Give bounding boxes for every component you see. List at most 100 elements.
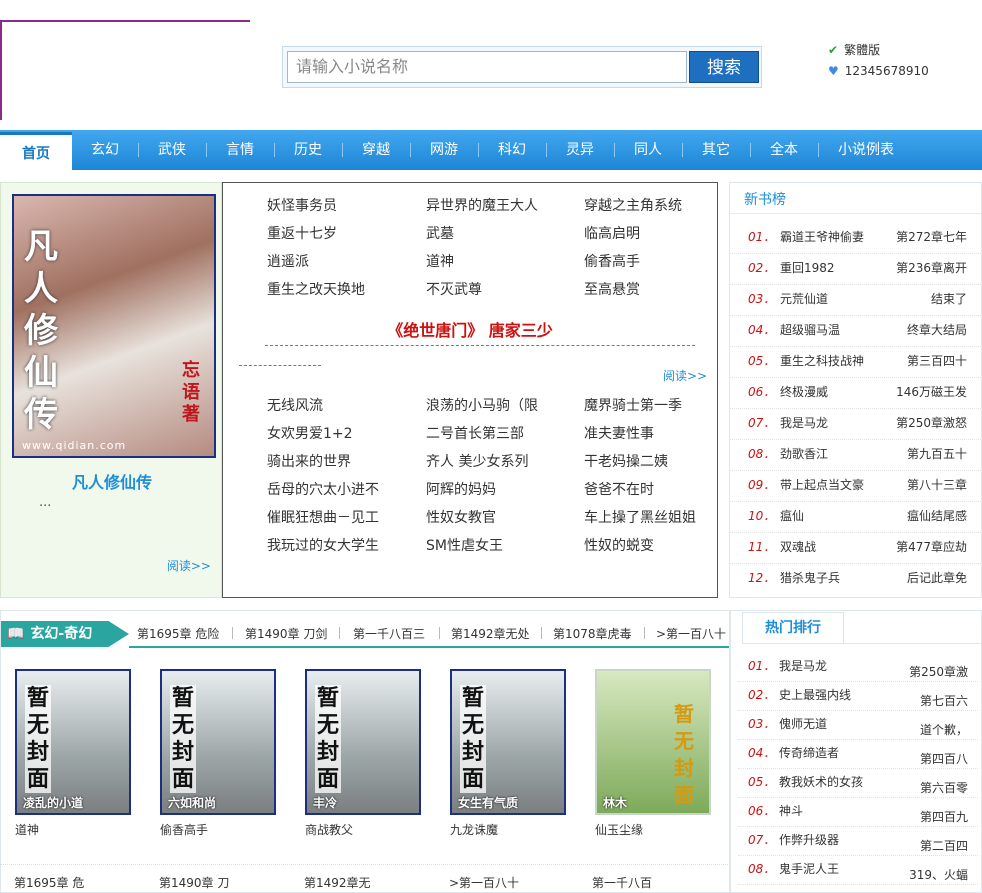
rank-chapter[interactable]: 第九百五十 bbox=[887, 439, 967, 470]
book-cover[interactable]: 暂无封面 丰冷 bbox=[305, 669, 421, 815]
list-item[interactable]: 不灭武尊 bbox=[426, 279, 576, 299]
list-item[interactable]: 至高悬赏 bbox=[584, 279, 734, 299]
rank-book-name[interactable]: 劲歌香江 bbox=[780, 439, 880, 470]
book-cover[interactable]: 暂无封面 林木 bbox=[595, 669, 711, 815]
rank-chapter[interactable]: 瘟仙结尾感 bbox=[887, 501, 967, 532]
search-input[interactable]: 请输入小说名称 bbox=[287, 51, 687, 83]
list-item[interactable]: 无线风流 bbox=[267, 395, 417, 415]
read-more-link[interactable]: 阅读>> bbox=[167, 557, 211, 574]
book-title[interactable]: 仙玉尘缘 bbox=[595, 821, 643, 838]
search-button[interactable]: 搜索 bbox=[689, 51, 759, 83]
rank-row[interactable]: 02． 史上最强内线 第七百六 bbox=[738, 681, 978, 711]
rank-book-name[interactable]: 鬼手泥人王 bbox=[779, 861, 879, 877]
rank-chapter[interactable]: 第四百九 bbox=[898, 809, 968, 825]
rank-row[interactable]: 05． 教我妖术的女孩 第六百零 bbox=[738, 768, 978, 798]
book-cover[interactable]: 暂无封面 六如和尚 bbox=[160, 669, 276, 815]
chapter-link[interactable]: >第一百八十 bbox=[656, 625, 726, 642]
chapter-link[interactable]: 第1695章 危险 bbox=[137, 625, 219, 642]
list-item[interactable]: 偷香高手 bbox=[584, 251, 734, 271]
book-cover[interactable]: 凡人修仙传 忘语著 www.qidian.com bbox=[12, 194, 216, 458]
list-item[interactable]: 骑出来的世界 bbox=[267, 451, 417, 471]
rank-chapter[interactable]: 结束了 bbox=[887, 284, 967, 315]
rank-book-name[interactable]: 传奇缔造者 bbox=[779, 745, 879, 761]
nav-wangyou[interactable]: 网游 bbox=[411, 130, 477, 170]
book-card[interactable]: 暂无封面 丰冷 商战教父 bbox=[305, 669, 423, 837]
nav-tongren[interactable]: 同人 bbox=[615, 130, 681, 170]
headline-book[interactable]: 《绝世唐门》 唐家三少 bbox=[223, 317, 717, 341]
nav-yanqing[interactable]: 言情 bbox=[207, 130, 273, 170]
rank-row[interactable]: 04． 超级骝马温 终章大结局 bbox=[730, 315, 981, 347]
list-item[interactable]: 我玩过的女大学生 bbox=[267, 535, 417, 555]
rank-book-name[interactable]: 史上最强内线 bbox=[779, 687, 879, 703]
rank-row[interactable]: 10． 瘟仙 瘟仙结尾感 bbox=[730, 501, 981, 533]
list-item[interactable]: 准夫妻性事 bbox=[584, 423, 734, 443]
list-item[interactable]: 穿越之主角系统 bbox=[584, 195, 734, 215]
nav-wuxia[interactable]: 武侠 bbox=[139, 130, 205, 170]
list-item[interactable]: 性奴的蜕变 bbox=[584, 535, 734, 555]
nav-qita[interactable]: 其它 bbox=[683, 130, 749, 170]
read-more-link[interactable]: 阅读>> bbox=[663, 367, 707, 384]
chapter-link[interactable]: 第1695章 危 bbox=[14, 874, 84, 891]
nav-lishi[interactable]: 历史 bbox=[275, 130, 341, 170]
list-item[interactable]: 女欢男爱1+2 bbox=[267, 423, 417, 443]
chapter-link[interactable]: >第一百八十 bbox=[449, 874, 519, 891]
category-tag[interactable]: 📖 玄幻-奇幻 bbox=[1, 621, 129, 647]
nav-quanben[interactable]: 全本 bbox=[751, 130, 817, 170]
rank-row[interactable]: 03． 傀师无道 道个歉， bbox=[738, 710, 978, 740]
book-card[interactable]: 暂无封面 林木 仙玉尘缘 bbox=[595, 669, 713, 837]
book-card[interactable]: 暂无封面 女生有气质 九龙诛魔 bbox=[450, 669, 568, 837]
rank-book-name[interactable]: 我是马龙 bbox=[779, 658, 879, 674]
rank-row[interactable]: 09． 带上起点当文豪 第八十三章 bbox=[730, 470, 981, 502]
book-title[interactable]: 商战教父 bbox=[305, 821, 353, 838]
rank-row[interactable]: 01． 我是马龙 第250章激 bbox=[738, 652, 978, 682]
rank-book-name[interactable]: 猎杀鬼子兵 bbox=[780, 563, 880, 594]
rank-book-name[interactable]: 我是马龙 bbox=[780, 408, 880, 439]
rank-row[interactable]: 04． 传奇缔造者 第四百八 bbox=[738, 739, 978, 769]
rank-chapter[interactable]: 第三百四十 bbox=[887, 346, 967, 377]
list-item[interactable]: 二号首长第三部 bbox=[426, 423, 576, 443]
book-cover[interactable]: 暂无封面 凌乱的小道 bbox=[15, 669, 131, 815]
rank-chapter[interactable]: 第七百六 bbox=[898, 693, 968, 709]
list-item[interactable]: SM性虐女王 bbox=[426, 535, 576, 555]
list-item[interactable]: 阿辉的妈妈 bbox=[426, 479, 576, 499]
traditional-link[interactable]: ✔ 繁體版 bbox=[828, 40, 929, 61]
nav-chuanyue[interactable]: 穿越 bbox=[343, 130, 409, 170]
rank-chapter[interactable]: 第250章激怒 bbox=[887, 408, 967, 439]
chapter-link[interactable]: 第1492章无处 bbox=[451, 625, 530, 642]
chapter-link[interactable]: 第一千八百 bbox=[592, 874, 652, 891]
list-item[interactable]: 道神 bbox=[426, 251, 576, 271]
rank-row[interactable]: 01． 霸道王爷神偷妻 第272章七年 bbox=[730, 222, 981, 254]
rank-book-name[interactable]: 霸道王爷神偷妻 bbox=[780, 222, 880, 253]
rank-row[interactable]: 06． 神斗 第四百九 bbox=[738, 797, 978, 827]
rank-chapter[interactable]: 第四百八 bbox=[898, 751, 968, 767]
nav-xuanhuan[interactable]: 玄幻 bbox=[72, 130, 138, 170]
rank-chapter[interactable]: 146万磁王发 bbox=[887, 377, 967, 408]
rank-book-name[interactable]: 教我妖术的女孩 bbox=[779, 774, 879, 790]
nav-kehuan[interactable]: 科幻 bbox=[479, 130, 545, 170]
rank-book-name[interactable]: 傀师无道 bbox=[779, 716, 879, 732]
list-item[interactable]: 异世界的魔王大人 bbox=[426, 195, 576, 215]
rank-book-name[interactable]: 神斗 bbox=[779, 803, 879, 819]
rank-chapter[interactable]: 第六百零 bbox=[898, 780, 968, 796]
list-item[interactable]: 车上操了黑丝姐姐 bbox=[584, 507, 704, 527]
chapter-link[interactable]: 第1492章无 bbox=[304, 874, 371, 891]
hot-ranking-tab[interactable]: 热门排行 bbox=[742, 612, 844, 644]
chapter-link[interactable]: 第1078章虎毒 bbox=[553, 625, 632, 642]
list-item[interactable]: 临高启明 bbox=[584, 223, 734, 243]
rank-row[interactable]: 07． 我是马龙 第250章激怒 bbox=[730, 408, 981, 440]
rank-book-name[interactable]: 终极漫威 bbox=[780, 377, 880, 408]
rank-book-name[interactable]: 超级骝马温 bbox=[780, 315, 880, 346]
chapter-link[interactable]: 第1490章 刀剑 bbox=[245, 625, 327, 642]
rank-chapter[interactable]: 第236章离开 bbox=[887, 253, 967, 284]
rank-book-name[interactable]: 重回1982 bbox=[780, 253, 880, 284]
rank-chapter[interactable]: 终章大结局 bbox=[887, 315, 967, 346]
rank-row[interactable]: 08． 劲歌香江 第九百五十 bbox=[730, 439, 981, 471]
chapter-link[interactable]: 第一千八百三 bbox=[353, 625, 425, 642]
list-item[interactable]: 齐人 美少女系列 bbox=[426, 451, 576, 471]
book-cover[interactable]: 暂无封面 女生有气质 bbox=[450, 669, 566, 815]
chapter-link[interactable]: 第1490章 刀 bbox=[159, 874, 229, 891]
rank-row[interactable]: 11． 双魂战 第477章应劫 bbox=[730, 532, 981, 564]
list-item[interactable]: 逍遥派 bbox=[267, 251, 417, 271]
rank-row[interactable]: 12． 猎杀鬼子兵 后记此章免 bbox=[730, 563, 981, 594]
list-item[interactable]: 爸爸不在时 bbox=[584, 479, 734, 499]
